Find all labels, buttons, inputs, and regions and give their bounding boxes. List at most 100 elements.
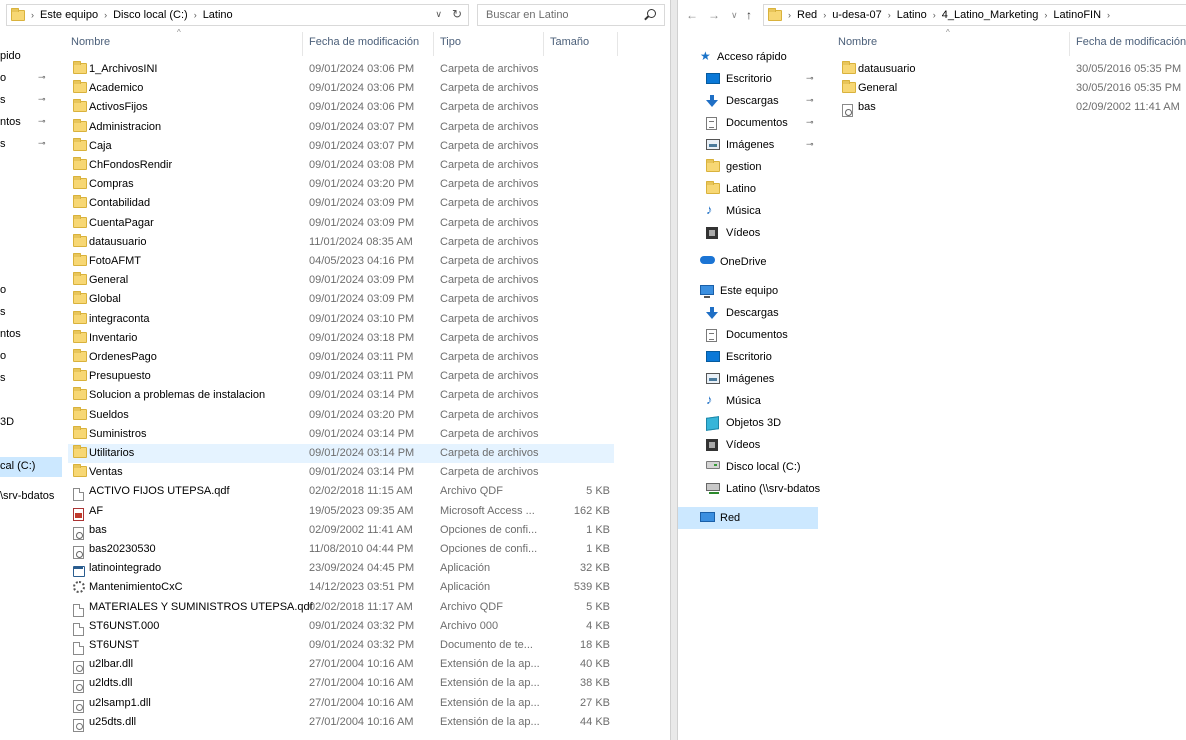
nav-item[interactable]: Objetos 3D <box>678 412 818 434</box>
refresh-icon[interactable]: ↻ <box>452 7 462 21</box>
file-row[interactable]: latinointegrado 23/09/2024 04:45 PM Aplica… <box>68 559 614 578</box>
file-row[interactable]: Ventas 09/01/2024 03:14 PM Carpeta de arch… <box>68 463 614 482</box>
nav-item[interactable]: Imágenes <box>678 368 818 390</box>
file-row[interactable]: Suministros 09/01/2024 03:14 PM Carpeta de… <box>68 425 614 444</box>
search-input[interactable]: Buscar en Latino <box>477 4 665 26</box>
nav-item[interactable]: Escritorio ⊸ <box>678 68 818 90</box>
forward-arrow-icon[interactable]: → <box>708 8 720 22</box>
back-arrow-icon[interactable]: ← <box>686 8 698 22</box>
file-row[interactable]: ST6UNST.000 09/01/2024 03:32 PM Archivo 00… <box>68 617 614 636</box>
file-row[interactable]: ST6UNST 09/01/2024 03:32 PM Documento de t… <box>68 636 614 655</box>
column-header-name[interactable]: Nombre <box>838 36 877 52</box>
breadcrumb-item[interactable]: u-desa-07 <box>832 9 882 21</box>
nav-item[interactable]: Latino (\\srv-bdatos <box>678 478 820 500</box>
nav-item[interactable]: Vídeos <box>678 434 818 456</box>
file-row[interactable]: Presupuesto 09/01/2024 03:11 PM Carpeta de… <box>68 367 614 386</box>
file-row[interactable]: ActivosFijos 09/01/2024 03:06 PM Carpeta d… <box>68 98 614 117</box>
column-header-date[interactable]: Fecha de modificación <box>309 36 419 52</box>
nav-item-label[interactable]: 3D <box>0 416 14 428</box>
file-row[interactable]: datausuario 30/05/2016 05:35 PM <box>836 60 1186 79</box>
column-header-date[interactable]: Fecha de modificación <box>1076 36 1186 52</box>
file-row[interactable]: Sueldos 09/01/2024 03:20 PM Carpeta de arc… <box>68 406 614 425</box>
file-row[interactable]: MATERIALES Y SUMINISTROS UTEPSA.qdf 02/02… <box>68 598 614 617</box>
breadcrumb-item[interactable]: Disco local (C:) <box>113 9 188 21</box>
nav-item-label[interactable]: o <box>0 350 6 362</box>
file-row[interactable]: ChFondosRendir 09/01/2024 03:08 PM Carpeta… <box>68 156 614 175</box>
nav-item[interactable]: Imágenes ⊸ <box>678 134 818 156</box>
nav-item[interactable]: OneDrive <box>678 251 818 273</box>
file-row[interactable]: 1_ArchivosINI 09/01/2024 03:06 PM Carpeta … <box>68 60 614 79</box>
file-row[interactable]: Compras 09/01/2024 03:20 PM Carpeta de arc… <box>68 175 614 194</box>
column-header-name[interactable]: Nombre <box>71 36 110 52</box>
file-row[interactable]: FotoAFMT 04/05/2023 04:16 PM Carpeta de ar… <box>68 252 614 271</box>
nav-item[interactable]: Vídeos <box>678 222 818 244</box>
file-row[interactable]: General 30/05/2016 05:35 PM <box>836 79 1186 98</box>
search-icon[interactable] <box>647 9 656 18</box>
nav-item-label[interactable]: ntos <box>0 328 21 340</box>
breadcrumb-item[interactable]: LatinoFIN <box>1053 9 1101 21</box>
nav-item[interactable]: gestion <box>678 156 818 178</box>
file-row[interactable]: Caja 09/01/2024 03:07 PM Carpeta de archiv… <box>68 137 614 156</box>
file-row[interactable]: Global 09/01/2024 03:09 PM Carpeta de arch… <box>68 290 614 309</box>
nav-item[interactable]: Escritorio <box>678 346 818 368</box>
breadcrumb-item[interactable]: Red <box>797 9 817 21</box>
column-divider[interactable] <box>1069 32 1070 56</box>
pin-icon[interactable]: ⊸ <box>806 73 814 84</box>
address-bar[interactable]: › Red › u-desa-07 › Latino › 4_Latino_Ma… <box>763 4 1186 26</box>
file-row[interactable]: bas 02/09/2002 11:41 AM Opciones de confi.… <box>68 521 614 540</box>
column-divider[interactable] <box>543 32 544 56</box>
nav-item-label[interactable]: cal (C:) <box>0 457 62 477</box>
file-row[interactable]: integraconta 09/01/2024 03:10 PM Carpeta d… <box>68 310 614 329</box>
nav-item-label[interactable]: \srv-bdatos <box>0 490 54 502</box>
column-header-type[interactable]: Tipo <box>440 36 461 52</box>
nav-item-label[interactable]: s <box>0 138 6 150</box>
recent-locations-icon[interactable]: ∨ <box>731 10 738 21</box>
nav-item-label[interactable]: s <box>0 372 6 384</box>
nav-item[interactable]: Latino <box>678 178 818 200</box>
up-arrow-icon[interactable]: ↑ <box>746 8 752 22</box>
nav-item-label[interactable]: o <box>0 284 6 296</box>
nav-item[interactable]: Descargas ⊸ <box>678 90 818 112</box>
file-row[interactable]: bas 02/09/2002 11:41 AM <box>836 98 1186 118</box>
nav-item[interactable]: Red <box>678 507 818 529</box>
file-row[interactable]: u2ldts.dll 27/01/2004 10:16 AM Extensión d… <box>68 674 614 694</box>
file-row[interactable]: u2lbar.dll 27/01/2004 10:16 AM Extensión d… <box>68 655 614 675</box>
chevron-down-icon[interactable]: ∨ <box>435 9 442 20</box>
file-row[interactable]: Academico 09/01/2024 03:06 PM Carpeta de a… <box>68 79 614 98</box>
file-row[interactable]: MantenimientoCxC 14/12/2023 03:51 PM Aplic… <box>68 578 614 597</box>
column-divider[interactable] <box>433 32 434 56</box>
breadcrumb-item[interactable]: 4_Latino_Marketing <box>942 9 1039 21</box>
nav-item-label[interactable]: pido <box>0 50 21 62</box>
pin-icon[interactable]: ⊸ <box>806 95 814 106</box>
address-bar[interactable]: › Este equipo › Disco local (C:) › Latin… <box>6 4 469 26</box>
breadcrumb-item[interactable]: Este equipo <box>40 9 98 21</box>
breadcrumb-item[interactable]: Latino <box>897 9 927 21</box>
file-row[interactable]: AF 19/05/2023 09:35 AM Microsoft Access ..… <box>68 502 614 521</box>
pin-icon[interactable]: ⊸ <box>806 117 814 128</box>
column-divider[interactable] <box>617 32 618 56</box>
nav-item[interactable]: Documentos <box>678 324 818 346</box>
nav-item[interactable]: ♪ Música <box>678 390 818 412</box>
nav-item[interactable]: ★ Acceso rápido <box>678 46 818 68</box>
nav-item[interactable]: Este equipo <box>678 280 818 302</box>
pin-icon[interactable]: ⊸ <box>806 139 814 150</box>
nav-item-label[interactable]: o <box>0 72 6 84</box>
file-row[interactable]: OrdenesPago 09/01/2024 03:11 PM Carpeta de… <box>68 348 614 367</box>
file-row[interactable]: Solucion a problemas de instalacion 09/01… <box>68 386 614 405</box>
file-row[interactable]: datausuario 11/01/2024 08:35 AM Carpeta de… <box>68 233 614 252</box>
file-row[interactable]: Administracion 09/01/2024 03:07 PM Carpeta… <box>68 118 614 137</box>
file-row[interactable]: Inventario 09/01/2024 03:18 PM Carpeta de … <box>68 329 614 348</box>
nav-item-label[interactable]: ntos <box>0 116 21 128</box>
column-header-size[interactable]: Tamaño <box>550 36 589 52</box>
breadcrumb-item[interactable]: Latino <box>203 9 233 21</box>
nav-item[interactable]: Documentos ⊸ <box>678 112 818 134</box>
file-row[interactable]: u25dts.dll 27/01/2004 10:16 AM Extensión d… <box>68 713 614 732</box>
nav-item-label[interactable]: s <box>0 94 6 106</box>
file-row[interactable]: ACTIVO FIJOS UTEPSA.qdf 02/02/2018 11:15 … <box>68 482 614 502</box>
file-row[interactable]: Utilitarios 09/01/2024 03:14 PM Carpeta de… <box>68 444 614 463</box>
nav-item[interactable]: ♪ Música <box>678 200 818 222</box>
nav-item-label[interactable]: s <box>0 306 6 318</box>
file-row[interactable]: u2lsamp1.dll 27/01/2004 10:16 AM Extensión… <box>68 694 614 713</box>
file-row[interactable]: CuentaPagar 09/01/2024 03:09 PM Carpeta de… <box>68 214 614 233</box>
file-row[interactable]: General 09/01/2024 03:09 PM Carpeta de arc… <box>68 271 614 290</box>
